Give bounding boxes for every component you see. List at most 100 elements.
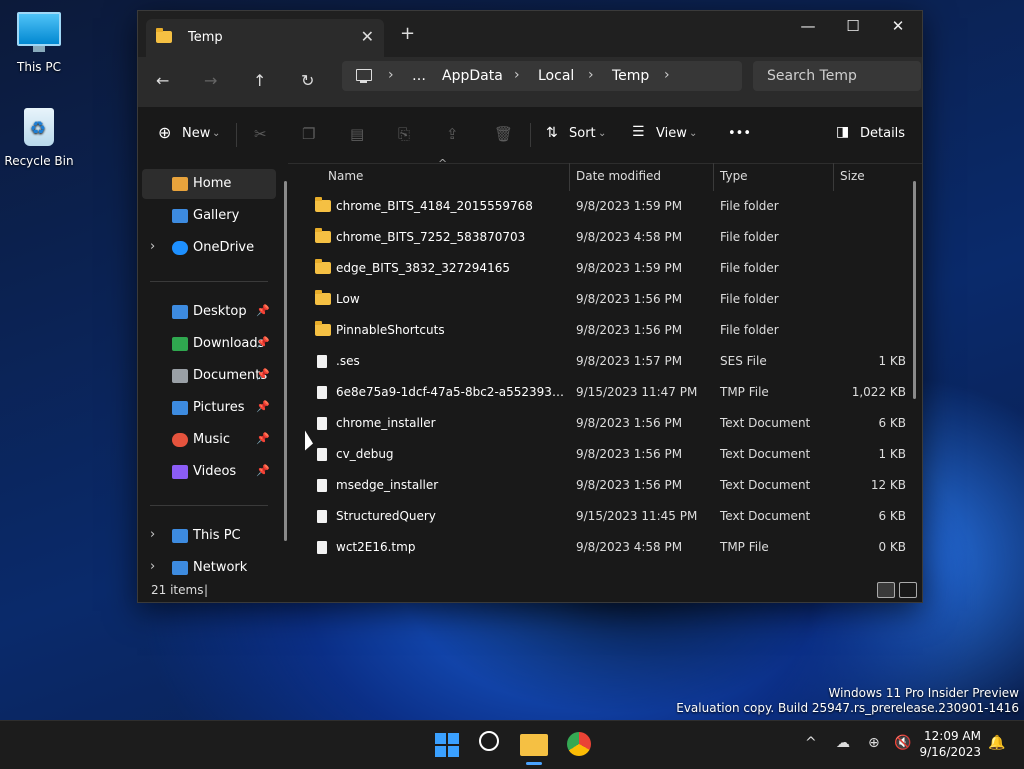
gallery-icon xyxy=(172,209,188,223)
chevron-right-icon[interactable]: › xyxy=(150,239,155,254)
sidebar-item-label: This PC xyxy=(193,528,241,543)
close-button[interactable]: ✕ xyxy=(878,17,918,35)
paste-icon[interactable]: ▤ xyxy=(350,125,364,143)
up-arrow-icon[interactable]: ↑ xyxy=(253,71,266,90)
search-box[interactable] xyxy=(753,61,921,91)
pin-icon[interactable]: 📌 xyxy=(256,400,270,413)
tab-close-icon[interactable]: ✕ xyxy=(361,27,374,46)
sidebar-item-label: Network xyxy=(193,560,248,575)
file-icon xyxy=(315,386,327,399)
file-row[interactable]: .ses 9/8/2023 1:57 PM SES File 1 KB xyxy=(308,347,908,378)
minimize-button[interactable]: — xyxy=(788,17,828,35)
chevron-right-icon[interactable]: › xyxy=(150,559,155,574)
pin-icon[interactable]: 📌 xyxy=(256,464,270,477)
sidebar-item-this-pc[interactable]: › This PC xyxy=(142,521,276,551)
sidebar-item-videos[interactable]: Videos 📌 xyxy=(142,457,276,487)
file-icon xyxy=(315,479,327,492)
desktop-icon-recycle-bin[interactable]: Recycle Bin xyxy=(1,108,77,168)
file-row[interactable]: 6e8e75a9-1dcf-47a5-8bc2-a55239357230....… xyxy=(308,378,908,409)
cut-icon[interactable]: ✂ xyxy=(254,125,267,143)
sidebar-item-documents[interactable]: Documents 📌 xyxy=(142,361,276,391)
chevron-down-icon: ⌄ xyxy=(689,128,698,139)
file-row[interactable]: Low 9/8/2023 1:56 PM File folder xyxy=(308,285,908,316)
sidebar-item-home[interactable]: Home xyxy=(142,169,276,199)
sidebar-item-desktop[interactable]: Desktop 📌 xyxy=(142,297,276,327)
tab-bar: Temp ✕ + — ☐ ✕ xyxy=(138,11,922,57)
pin-icon[interactable]: 📌 xyxy=(256,304,270,317)
file-row[interactable]: PinnableShortcuts 9/8/2023 1:56 PM File fo… xyxy=(308,316,908,347)
notification-bell-icon[interactable]: 🔔 xyxy=(988,735,1005,751)
breadcrumb-local[interactable]: Local xyxy=(538,68,574,84)
address-bar[interactable]: › … AppData › Local › Temp › xyxy=(342,61,742,91)
tab-temp[interactable]: Temp ✕ xyxy=(146,19,384,57)
folder-icon xyxy=(156,28,172,43)
refresh-icon[interactable]: ↻ xyxy=(301,71,314,90)
sidebar-scrollbar[interactable] xyxy=(284,181,287,541)
rename-icon[interactable]: ⎘ xyxy=(398,125,410,143)
view-button[interactable]: View xyxy=(656,126,687,141)
maximize-button[interactable]: ☐ xyxy=(833,17,873,35)
file-explorer-icon[interactable] xyxy=(520,734,548,756)
file-row[interactable]: msedge_installer 9/8/2023 1:56 PM Text Doc… xyxy=(308,471,908,502)
sort-button[interactable]: Sort xyxy=(569,126,596,141)
start-windows-icon[interactable] xyxy=(435,733,459,757)
sidebar-item-downloads[interactable]: Downloads 📌 xyxy=(142,329,276,359)
download-icon xyxy=(172,337,188,351)
pin-icon[interactable]: 📌 xyxy=(256,368,270,381)
sidebar-item-onedrive[interactable]: › OneDrive xyxy=(142,233,276,263)
search-input[interactable] xyxy=(765,67,919,85)
file-icon xyxy=(315,541,327,554)
file-row[interactable]: chrome_BITS_4184_2015559768 9/8/2023 1:59… xyxy=(308,192,908,223)
new-tab-button[interactable]: + xyxy=(400,23,415,44)
delete-icon[interactable]: 🗑 xyxy=(494,125,513,143)
clock[interactable]: 12:09 AM 9/16/2023 xyxy=(919,728,981,760)
column-divider[interactable] xyxy=(713,163,714,191)
search-icon[interactable] xyxy=(479,731,499,751)
forward-arrow-icon[interactable]: → xyxy=(204,71,217,90)
file-row[interactable]: chrome_BITS_7252_583870703 9/8/2023 4:58 … xyxy=(308,223,908,254)
pin-icon[interactable]: 📌 xyxy=(256,336,270,349)
column-divider[interactable] xyxy=(833,163,834,191)
new-button[interactable]: New xyxy=(182,126,210,141)
desktop-icon-this-pc[interactable]: This PC xyxy=(1,12,77,74)
pin-icon[interactable]: 📌 xyxy=(256,432,270,445)
chevron-right-icon[interactable]: › xyxy=(150,527,155,542)
details-view-icon[interactable] xyxy=(877,582,895,598)
breadcrumb-appdata[interactable]: AppData xyxy=(442,68,503,84)
column-header-date[interactable]: Date modified xyxy=(576,169,661,183)
back-arrow-icon[interactable]: ← xyxy=(156,71,169,90)
more-options-button[interactable]: ••• xyxy=(728,126,751,141)
file-list: Name ^ Date modified Type Size chrome_BI… xyxy=(298,157,922,581)
chevron-up-icon[interactable]: ^ xyxy=(805,735,817,751)
copy-icon[interactable]: ❐ xyxy=(302,125,315,143)
file-name: PinnableShortcuts xyxy=(336,323,445,337)
column-header-name[interactable]: Name xyxy=(328,169,363,183)
breadcrumb-more[interactable]: … xyxy=(412,68,426,84)
folder-icon xyxy=(315,259,331,274)
file-icon xyxy=(315,510,327,523)
file-row[interactable]: cv_debug 9/8/2023 1:56 PM Text Document 1 K… xyxy=(308,440,908,471)
tiles-view-icon[interactable] xyxy=(899,582,917,598)
column-divider[interactable] xyxy=(569,163,570,191)
file-row[interactable]: edge_BITS_3832_327294165 9/8/2023 1:59 PM… xyxy=(308,254,908,285)
sidebar-item-gallery[interactable]: Gallery xyxy=(142,201,276,231)
column-header-type[interactable]: Type xyxy=(720,169,748,183)
details-button[interactable]: Details xyxy=(860,126,905,141)
sidebar-item-pictures[interactable]: Pictures 📌 xyxy=(142,393,276,423)
globe-icon[interactable]: ⊕ xyxy=(868,735,880,751)
file-row[interactable]: StructuredQuery 9/15/2023 11:45 PM Text Do… xyxy=(308,502,908,533)
breadcrumb-temp[interactable]: Temp xyxy=(612,68,649,84)
file-date: 9/8/2023 1:56 PM xyxy=(576,478,683,492)
speaker-muted-icon[interactable]: 🔇 xyxy=(894,735,911,751)
column-header-size[interactable]: Size xyxy=(840,169,865,183)
sidebar-item-label: Downloads xyxy=(193,336,265,351)
file-list-scrollbar[interactable] xyxy=(913,181,916,399)
chevron-right-icon[interactable]: › xyxy=(664,67,670,83)
cloud-offline-icon[interactable]: ☁ xyxy=(836,735,850,751)
file-row[interactable]: chrome_installer 9/8/2023 1:56 PM Text Doc… xyxy=(308,409,908,440)
file-explorer-window: Temp ✕ + — ☐ ✕ ← → ↑ ↻ › … AppData › Loc… xyxy=(137,10,923,603)
sidebar-item-music[interactable]: Music 📌 xyxy=(142,425,276,455)
share-icon[interactable]: ⇪ xyxy=(446,125,459,143)
file-row[interactable]: wct2E16.tmp 9/8/2023 4:58 PM TMP File 0 KB xyxy=(308,533,908,564)
chrome-icon[interactable] xyxy=(567,732,591,756)
